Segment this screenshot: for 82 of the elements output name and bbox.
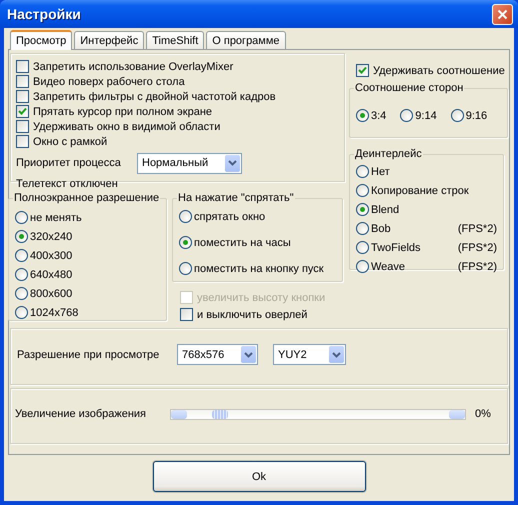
radio-label[interactable]: 1024x768 xyxy=(30,306,78,318)
radio-button[interactable] xyxy=(179,210,192,223)
radio-button[interactable] xyxy=(15,249,28,262)
radio-note: (FPS*2) xyxy=(458,222,497,234)
close-icon xyxy=(497,8,508,20)
radio-label[interactable]: 800x600 xyxy=(30,288,72,300)
radio-button[interactable] xyxy=(15,306,28,319)
radio-button[interactable] xyxy=(15,287,28,300)
radio-label[interactable]: TwoFields xyxy=(371,242,439,254)
tab[interactable]: О программе xyxy=(206,31,286,49)
checkbox-label[interactable]: и выключить оверлей xyxy=(197,308,308,320)
zoom-reading: 0% xyxy=(475,408,491,420)
radio-label[interactable]: 640x480 xyxy=(30,268,72,280)
group-title: Деинтерлейс xyxy=(354,148,423,160)
radio-button[interactable] xyxy=(356,241,369,254)
radio-button[interactable] xyxy=(356,109,369,122)
checkbox[interactable] xyxy=(16,90,29,103)
radio-label[interactable]: 320x240 xyxy=(30,230,72,242)
dropdown[interactable]: Нормальный xyxy=(137,152,242,174)
slider-thumb[interactable] xyxy=(212,410,228,418)
zoom-label: Увеличение изображения xyxy=(15,408,148,420)
tab[interactable]: TimeShift xyxy=(146,31,204,49)
dropdown[interactable]: YUY2 xyxy=(273,344,346,365)
tab[interactable]: Просмотр xyxy=(10,30,72,50)
preview-resolution-label: Разрешение при просмотре xyxy=(17,348,160,360)
radio-label[interactable]: 3:4 xyxy=(371,110,386,122)
radio-button[interactable] xyxy=(356,222,369,235)
checkbox-label[interactable]: Запретить фильтры с двойной частотой кадров xyxy=(33,90,276,102)
group-title: Полноэкранное разрешение xyxy=(13,192,160,204)
radio-button[interactable] xyxy=(356,203,369,216)
checkbox[interactable] xyxy=(16,105,29,118)
chevron-down-icon[interactable] xyxy=(329,346,344,363)
checkbox-label[interactable]: Удерживать окно в видимой области xyxy=(33,120,220,132)
checkbox[interactable] xyxy=(180,308,193,321)
radio-button[interactable] xyxy=(356,165,369,178)
radio-label[interactable]: Нет xyxy=(371,166,439,178)
radio-label[interactable]: Blend xyxy=(371,204,439,216)
checkbox-label[interactable]: Удерживать соотношение xyxy=(373,64,505,76)
checkbox[interactable] xyxy=(16,60,29,73)
radio-note: (FPS*2) xyxy=(458,242,497,254)
radio-label[interactable]: спрятать окно xyxy=(194,210,266,222)
radio-button[interactable] xyxy=(15,230,28,243)
radio-button[interactable] xyxy=(356,260,369,273)
checkbox-label[interactable]: Прятать курсор при полном экране xyxy=(33,106,212,118)
radio-button[interactable] xyxy=(15,211,28,224)
dropdown[interactable]: 768x576 xyxy=(177,344,258,365)
radio-note: (FPS*2) xyxy=(458,260,497,272)
checkbox-label[interactable]: Видео поверх рабочего стола xyxy=(33,76,185,88)
ok-button[interactable]: Ok xyxy=(152,461,366,492)
radio-button[interactable] xyxy=(15,268,28,281)
radio-label[interactable]: 400x300 xyxy=(30,250,72,262)
radio-label[interactable]: Bob xyxy=(371,222,439,234)
window-title: Настройки xyxy=(7,6,82,22)
radio-button[interactable] xyxy=(179,262,192,275)
checkbox[interactable] xyxy=(16,120,29,133)
tab[interactable]: Интерфейс xyxy=(74,31,144,49)
radio-label[interactable]: поместить на часы xyxy=(194,236,291,248)
radio-label[interactable]: 9:14 xyxy=(415,110,437,122)
group-title: Соотношение сторон xyxy=(354,82,464,94)
slider-track[interactable] xyxy=(170,408,466,420)
close-button[interactable] xyxy=(492,4,513,24)
radio-button[interactable] xyxy=(179,236,192,249)
priority-label: Приоритет процесса xyxy=(16,157,122,169)
checkbox[interactable] xyxy=(16,135,29,148)
radio-label[interactable]: Weave xyxy=(371,260,439,272)
checkbox[interactable] xyxy=(16,75,29,88)
radio-label[interactable]: не менять xyxy=(30,212,82,224)
chevron-down-icon[interactable] xyxy=(241,346,256,363)
radio-button[interactable] xyxy=(450,109,464,122)
radio-label[interactable]: поместить на кнопку пуск xyxy=(194,262,324,274)
radio-label[interactable]: 9:16 xyxy=(466,110,488,122)
radio-button[interactable] xyxy=(356,184,369,197)
radio-button[interactable] xyxy=(400,109,414,122)
checkbox-label[interactable]: Окно с рамкой xyxy=(33,136,108,148)
slider-end-button[interactable] xyxy=(171,410,187,418)
group-title: На нажатие "спрятать" xyxy=(177,192,295,204)
teletext-status: Телетекст отключен xyxy=(16,178,119,190)
radio-label[interactable]: Копирование строк xyxy=(371,184,469,196)
slider-end-button[interactable] xyxy=(449,410,465,418)
checkbox-label[interactable]: Запретить использование OverlayMixer xyxy=(33,60,234,72)
checkbox[interactable] xyxy=(356,64,369,77)
chevron-down-icon[interactable] xyxy=(225,154,240,172)
